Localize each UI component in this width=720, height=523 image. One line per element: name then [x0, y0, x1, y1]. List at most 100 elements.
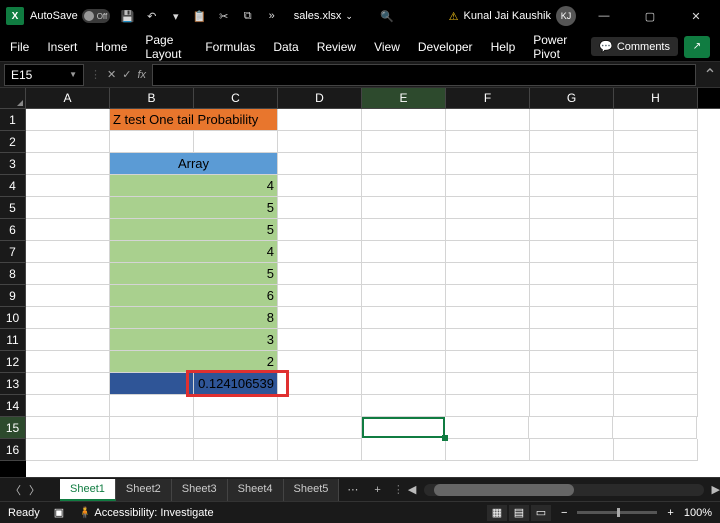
- cell[interactable]: [614, 197, 698, 219]
- row-header[interactable]: 14: [0, 395, 26, 417]
- cell[interactable]: [194, 439, 278, 461]
- cell[interactable]: [614, 439, 698, 461]
- scroll-left-icon[interactable]: ◀: [408, 483, 416, 496]
- select-all-corner[interactable]: [0, 88, 26, 108]
- cell[interactable]: [362, 241, 446, 263]
- cell[interactable]: [446, 307, 530, 329]
- accessibility-status[interactable]: 🧍 Accessibility: Investigate: [78, 506, 213, 519]
- cell[interactable]: [278, 417, 362, 439]
- formula-input[interactable]: [152, 64, 696, 86]
- cell[interactable]: [446, 285, 530, 307]
- cancel-icon[interactable]: ✕: [107, 68, 116, 81]
- undo-icon[interactable]: ↶: [144, 8, 160, 24]
- cell[interactable]: [362, 109, 446, 131]
- macro-record-icon[interactable]: ▣: [54, 506, 64, 519]
- cell[interactable]: [530, 175, 614, 197]
- cell[interactable]: [26, 153, 110, 175]
- cell[interactable]: [26, 439, 110, 461]
- cell[interactable]: [446, 263, 530, 285]
- cells-grid[interactable]: Z test One tail Probability Array 4 5 5 …: [26, 109, 720, 477]
- cell[interactable]: [530, 263, 614, 285]
- cell[interactable]: [614, 263, 698, 285]
- tab-home[interactable]: Home: [95, 40, 127, 54]
- cell[interactable]: [446, 109, 530, 131]
- sheet-tab[interactable]: Sheet2: [116, 479, 172, 501]
- cell[interactable]: [278, 373, 362, 395]
- cell[interactable]: 6: [110, 285, 278, 307]
- cell[interactable]: [530, 285, 614, 307]
- cell[interactable]: [362, 131, 446, 153]
- cell[interactable]: [278, 285, 362, 307]
- cell[interactable]: [614, 219, 698, 241]
- cell[interactable]: [446, 439, 530, 461]
- cell[interactable]: [26, 417, 110, 439]
- cell[interactable]: [362, 175, 446, 197]
- cell[interactable]: [110, 417, 194, 439]
- cell[interactable]: [614, 153, 698, 175]
- cell[interactable]: [362, 197, 446, 219]
- cell[interactable]: [110, 131, 194, 153]
- cell[interactable]: [614, 285, 698, 307]
- tab-file[interactable]: File: [10, 40, 29, 54]
- tab-view[interactable]: View: [374, 40, 400, 54]
- cell[interactable]: [110, 439, 194, 461]
- row-header[interactable]: 9: [0, 285, 26, 307]
- cell[interactable]: [446, 351, 530, 373]
- cell[interactable]: [530, 153, 614, 175]
- cell[interactable]: [446, 373, 530, 395]
- cell-selected[interactable]: [362, 417, 445, 438]
- normal-view-icon[interactable]: ▦: [487, 505, 507, 521]
- cell[interactable]: [613, 417, 697, 439]
- cell[interactable]: [26, 285, 110, 307]
- cell[interactable]: [530, 131, 614, 153]
- cell[interactable]: [530, 351, 614, 373]
- prev-sheet-icon[interactable]: 〈: [10, 482, 21, 498]
- cell[interactable]: [278, 241, 362, 263]
- cell[interactable]: 5: [110, 263, 278, 285]
- fx-icon[interactable]: fx: [137, 69, 146, 81]
- filename[interactable]: sales.xlsx ⌄: [294, 10, 353, 22]
- cell[interactable]: [110, 373, 194, 395]
- cell[interactable]: [614, 307, 698, 329]
- cell[interactable]: [362, 373, 446, 395]
- cell[interactable]: [26, 307, 110, 329]
- cell[interactable]: [194, 417, 278, 439]
- cell[interactable]: [530, 307, 614, 329]
- cell[interactable]: [194, 395, 278, 417]
- cell[interactable]: [614, 329, 698, 351]
- scroll-right-icon[interactable]: ▶: [712, 483, 720, 496]
- cell[interactable]: [446, 329, 530, 351]
- cell[interactable]: [278, 197, 362, 219]
- cell[interactable]: [26, 329, 110, 351]
- row-header[interactable]: 4: [0, 175, 26, 197]
- cell[interactable]: [362, 395, 446, 417]
- horizontal-scrollbar[interactable]: [424, 484, 703, 496]
- col-header[interactable]: A: [26, 88, 110, 108]
- cell[interactable]: [110, 395, 194, 417]
- col-header[interactable]: C: [194, 88, 278, 108]
- redo-dropdown-icon[interactable]: ▾: [168, 8, 184, 24]
- cell[interactable]: [614, 395, 698, 417]
- col-header[interactable]: B: [110, 88, 194, 108]
- paste-icon[interactable]: 📋: [192, 8, 208, 24]
- cell[interactable]: [362, 153, 446, 175]
- row-header[interactable]: 6: [0, 219, 26, 241]
- row-header[interactable]: 12: [0, 351, 26, 373]
- cell[interactable]: [26, 197, 110, 219]
- cell[interactable]: 3: [110, 329, 278, 351]
- cell[interactable]: [446, 219, 530, 241]
- maximize-button[interactable]: ▢: [632, 2, 668, 30]
- row-header[interactable]: 3: [0, 153, 26, 175]
- cell[interactable]: [26, 175, 110, 197]
- cell[interactable]: Array: [110, 153, 278, 175]
- cell[interactable]: [26, 351, 110, 373]
- cell[interactable]: [530, 329, 614, 351]
- sheet-tab[interactable]: Sheet5: [284, 479, 340, 501]
- cell[interactable]: [530, 219, 614, 241]
- row-header[interactable]: 8: [0, 263, 26, 285]
- cell[interactable]: [614, 131, 698, 153]
- fill-handle[interactable]: [442, 435, 448, 441]
- cell[interactable]: 5: [110, 219, 278, 241]
- cell[interactable]: [446, 175, 530, 197]
- row-header[interactable]: 1: [0, 109, 26, 131]
